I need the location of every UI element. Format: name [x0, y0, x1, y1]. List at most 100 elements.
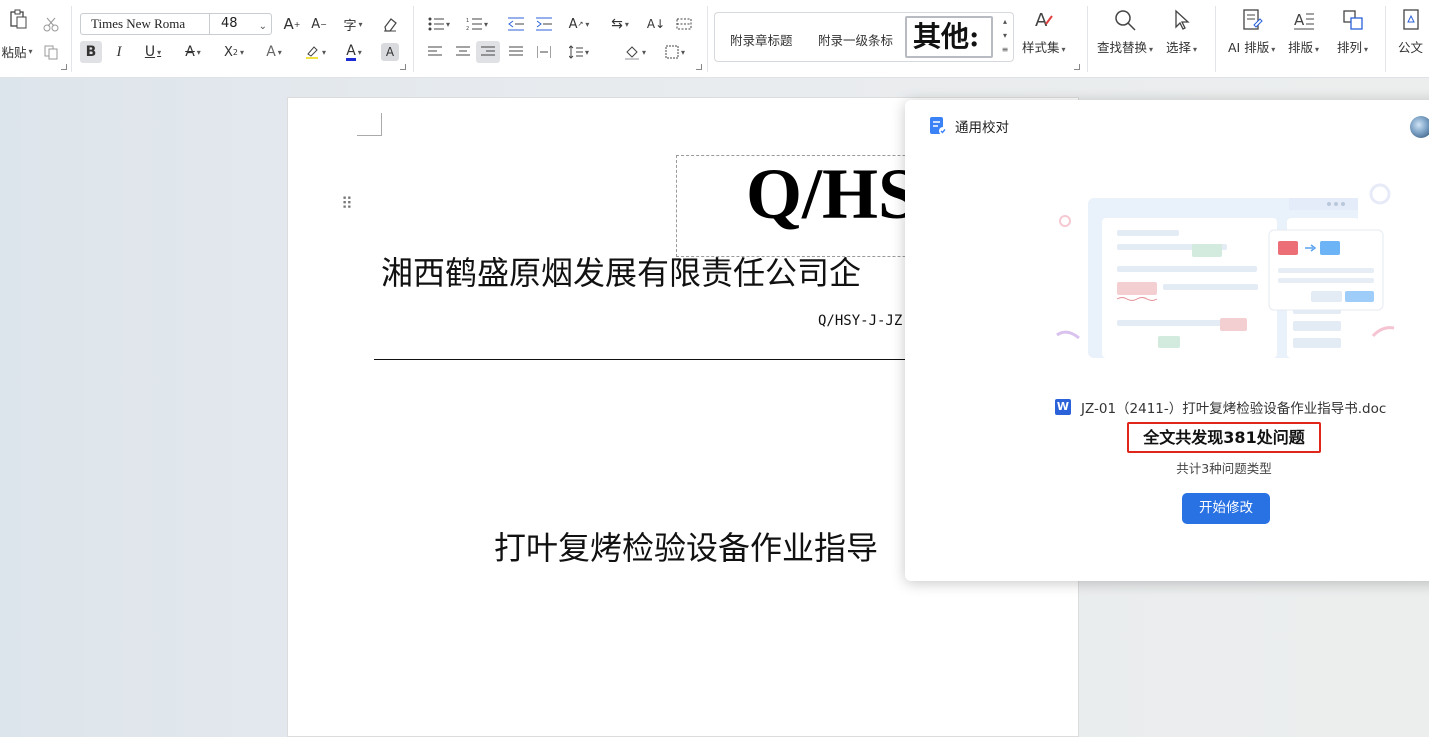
- shading-button[interactable]: ▾: [620, 41, 650, 63]
- cursor-arrow-icon: [1174, 9, 1190, 30]
- justify-button[interactable]: [505, 41, 527, 63]
- font-group-launcher[interactable]: [400, 64, 406, 70]
- group-divider: [1215, 6, 1216, 72]
- font-size-select[interactable]: 48 ⌄: [209, 13, 272, 35]
- highlighter-icon: [305, 46, 318, 59]
- drag-handle-icon[interactable]: ⠿: [341, 196, 353, 212]
- style-other[interactable]: 其他:: [905, 16, 993, 58]
- group-divider: [707, 6, 708, 72]
- group-divider: [413, 6, 414, 72]
- group-divider: [1087, 6, 1088, 72]
- paragraph-group-launcher[interactable]: [696, 64, 702, 70]
- chevron-down-icon: ▾: [157, 47, 162, 57]
- align-left-icon: [428, 46, 442, 56]
- clear-format-button[interactable]: [379, 13, 401, 35]
- copy-button[interactable]: [40, 41, 62, 63]
- arrange-icon: [1342, 10, 1363, 30]
- chevron-down-icon: ▾: [584, 47, 589, 57]
- gallery-scroll-buttons[interactable]: ▴ ▾ ≡: [999, 15, 1011, 59]
- svg-text:A: A: [1294, 11, 1305, 29]
- character-shading-button[interactable]: A: [381, 43, 399, 61]
- strikethrough-button[interactable]: A ▾: [178, 41, 208, 63]
- select-label: 选择: [1166, 40, 1192, 55]
- style-collection-label: 样式集: [1022, 40, 1060, 55]
- phonetic-guide-button[interactable]: 字 ▾: [336, 13, 370, 35]
- find-replace-label: 查找替换: [1097, 40, 1148, 55]
- chevron-down-icon: ▾: [445, 19, 450, 29]
- distribute-button[interactable]: [533, 41, 555, 63]
- group-divider: [71, 6, 72, 72]
- font-color-icon: A: [346, 42, 356, 61]
- find-replace-button[interactable]: 查找替换 ▾: [1097, 8, 1153, 56]
- avatar[interactable]: [1410, 116, 1429, 138]
- more-icon[interactable]: ≡: [999, 43, 1011, 57]
- start-fix-button[interactable]: 开始修改: [1182, 493, 1270, 524]
- italic-button[interactable]: I: [108, 41, 130, 63]
- paste-label: 粘贴: [1, 44, 27, 60]
- align-center-button[interactable]: [452, 41, 474, 63]
- ai-layout-icon: [1242, 9, 1263, 30]
- text-effect-button[interactable]: A ▾: [258, 41, 290, 63]
- indent-icon: [536, 17, 552, 31]
- word-document-icon: W: [1055, 399, 1071, 415]
- sort-button[interactable]: A↓: [645, 13, 667, 35]
- svg-text:1: 1: [466, 18, 469, 24]
- chevron-down-icon: ▾: [1315, 45, 1320, 54]
- style-gallery[interactable]: 附录章标题 附录一级条标 其他: ▴ ▾ ≡: [714, 12, 1014, 62]
- proofread-illustration: [1056, 183, 1395, 358]
- show-marks-button[interactable]: [673, 13, 695, 35]
- layout-label: 排版: [1288, 40, 1314, 55]
- paste-label-button[interactable]: 粘贴 ▾: [0, 42, 34, 60]
- font-size-value: 48: [221, 16, 238, 31]
- official-doc-button[interactable]: 公文: [1398, 8, 1423, 56]
- align-left-button[interactable]: [424, 41, 446, 63]
- style-appendix-chapter-title[interactable]: 附录章标题: [730, 30, 793, 49]
- chevron-down-icon: ▾: [321, 47, 326, 57]
- copy-icon: [44, 45, 58, 60]
- arrange-button[interactable]: 排列 ▾: [1337, 8, 1368, 56]
- chevron-down-icon: ▾: [1149, 45, 1154, 54]
- ai-layout-label: AI 排版: [1228, 40, 1270, 55]
- chevron-down-icon: ▾: [624, 19, 629, 29]
- line-break-button[interactable]: ⇆ ▾: [605, 13, 635, 35]
- bullet-list-button[interactable]: ▾: [424, 13, 454, 35]
- grow-font-button[interactable]: A +: [281, 13, 303, 35]
- layout-button[interactable]: A 排版 ▾: [1288, 8, 1319, 56]
- standard-mark: Q/HS: [746, 154, 919, 234]
- text-direction-button[interactable]: A ↗ ▾: [563, 13, 595, 35]
- page-margin-marker: [357, 113, 382, 136]
- chevron-down-icon[interactable]: ▾: [999, 29, 1011, 43]
- chevron-down-icon: ▾: [641, 47, 646, 57]
- proofread-panel: 通用校对 W JZ-01（2411-）打叶复烤检验设备作业指导书.doc 全文共…: [905, 100, 1429, 581]
- select-button[interactable]: 选择 ▾: [1166, 8, 1197, 56]
- chevron-down-icon: ▾: [277, 47, 282, 57]
- highlight-button[interactable]: ▾: [298, 41, 332, 63]
- justify-icon: [509, 46, 523, 56]
- typesetting-icon: A: [1293, 11, 1314, 30]
- chevron-down-icon: ▾: [483, 19, 488, 29]
- chevron-up-icon[interactable]: ▴: [999, 15, 1011, 29]
- shrink-font-button[interactable]: A −: [308, 13, 330, 35]
- paste-button[interactable]: [0, 8, 36, 30]
- ribbon-toolbar: 粘贴 ▾ Times New Roma 48 ⌄ A + A − 字 ▾ B I U ▾ …: [0, 0, 1429, 78]
- chevron-down-icon: ▾: [357, 47, 362, 57]
- clipboard-group-launcher[interactable]: [61, 64, 67, 70]
- font-family-select[interactable]: Times New Roma: [80, 13, 210, 35]
- align-right-button[interactable]: [476, 41, 500, 63]
- decrease-indent-button[interactable]: [505, 13, 527, 35]
- line-spacing-button[interactable]: ▾: [563, 41, 595, 63]
- chevron-down-icon: ▾: [585, 19, 590, 29]
- superscript-button[interactable]: X 2 ▾: [218, 41, 250, 63]
- underline-button[interactable]: U ▾: [138, 41, 168, 63]
- cut-button[interactable]: [40, 13, 62, 35]
- style-appendix-level1[interactable]: 附录一级条标: [818, 30, 893, 49]
- proofread-icon: [930, 117, 947, 135]
- borders-button[interactable]: ▾: [660, 41, 690, 63]
- numbered-list-button[interactable]: 1 2 ▾: [462, 13, 492, 35]
- ai-layout-button[interactable]: AI 排版 ▾: [1228, 8, 1275, 56]
- styles-group-launcher[interactable]: [1074, 64, 1080, 70]
- style-collection-button[interactable]: A 样式集 ▾: [1022, 8, 1066, 56]
- increase-indent-button[interactable]: [533, 13, 555, 35]
- bold-button[interactable]: B: [80, 41, 102, 63]
- font-color-button[interactable]: A ▾: [338, 41, 370, 63]
